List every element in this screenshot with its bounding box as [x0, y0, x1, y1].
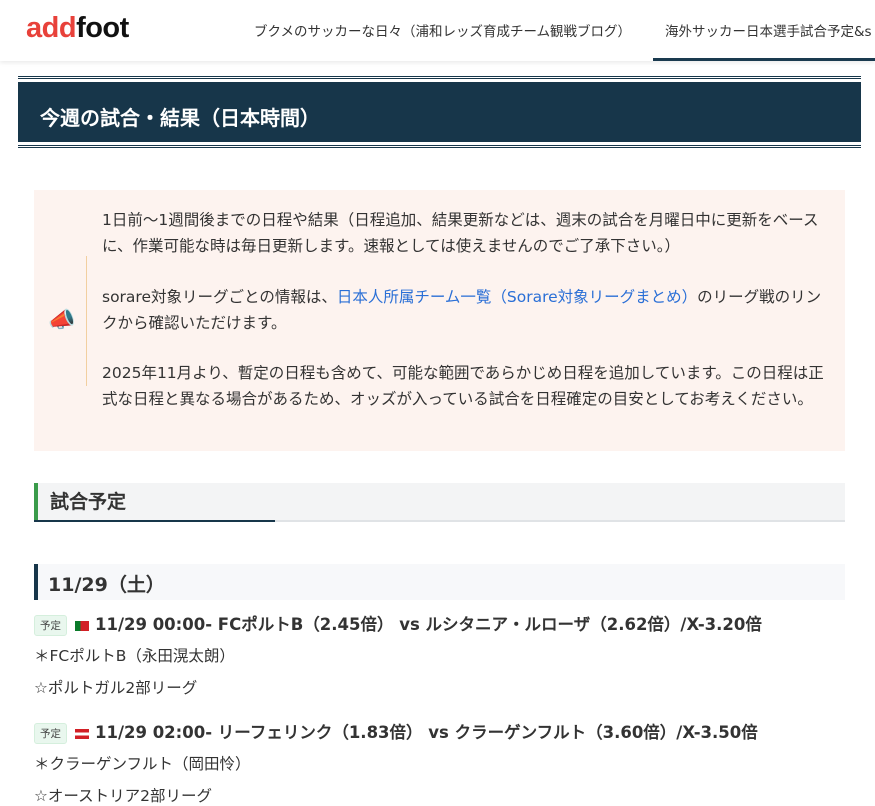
info-paragraph: sorare対象リーグごとの情報は、日本人所属チーム一覧（Sorare対象リーグ… [102, 284, 827, 336]
divider [86, 256, 87, 386]
section-title: 試合予定 [50, 491, 127, 513]
section-heading: 試合予定 [34, 483, 845, 522]
match-text: 11/29 02:00- リーフェリンク（1.83倍） vs クラーゲンフルト（… [95, 723, 758, 742]
match-text: 11/29 00:00- FCポルトB（2.45倍） vs ルシタニア・ルローザ… [95, 615, 762, 634]
page-title: 今週の試合・結果（日本時間） [40, 106, 320, 130]
team-list-link[interactable]: 日本人所属チーム一覧（Sorare対象リーグまとめ） [337, 288, 697, 306]
date-heading: 11/29（土） [34, 564, 845, 600]
info-box: 📣 1日前〜1週間後までの日程や結果（日程追加、結果更新などは、週末の試合を月曜… [34, 190, 845, 451]
page-title-band: 今週の試合・結果（日本時間） [18, 76, 861, 148]
nav-active-indicator [653, 58, 875, 61]
match-player: ＊クラーゲンフルト（岡田怜） [34, 755, 251, 773]
logo-part: add [26, 12, 77, 44]
match-league: ☆オーストリア2部リーグ [34, 787, 212, 805]
site-header: addfoot ブクメのサッカーな日々（浦和レッズ育成チーム観戦ブログ） 海外サ… [0, 0, 875, 61]
megaphone-icon: 📣 [48, 308, 76, 333]
match-title: 予定 11/29 00:00- FCポルトB（2.45倍） vs ルシタニア・ルロ… [34, 611, 762, 636]
austria-flag-icon [75, 728, 89, 739]
portugal-flag-icon [75, 620, 89, 631]
site-logo[interactable]: addfoot [26, 12, 129, 45]
logo-part: foot [76, 12, 129, 44]
match-league: ☆ポルトガル2部リーグ [34, 679, 198, 697]
info-paragraph: 2025年11月より、暫定の日程も含めて、可能な範囲であらかじめ日程を追加してい… [102, 364, 824, 408]
nav-item-schedule[interactable]: 海外サッカー日本選手試合予定&s [665, 20, 872, 40]
status-badge: 予定 [34, 615, 67, 636]
match-title: 予定 11/29 02:00- リーフェリンク（1.83倍） vs クラーゲンフル… [34, 719, 758, 744]
text: sorare対象リーグごとの情報は、 [102, 288, 337, 306]
status-badge: 予定 [34, 723, 67, 744]
heading-underline [34, 520, 275, 522]
nav-item-blog[interactable]: ブクメのサッカーな日々（浦和レッズ育成チーム観戦ブログ） [254, 20, 631, 40]
info-paragraph: 1日前〜1週間後までの日程や結果（日程追加、結果更新などは、週末の試合を月曜日中… [102, 211, 819, 255]
match-player: ＊FCポルトB（永田滉太朗） [34, 647, 235, 665]
